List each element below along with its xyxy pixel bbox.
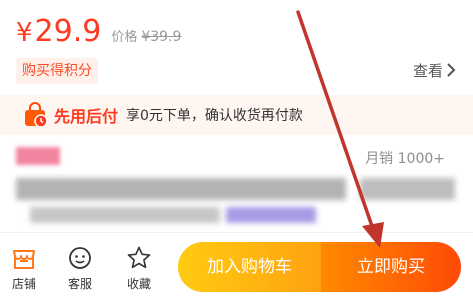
price-currency: ¥ <box>16 18 33 48</box>
bottom-action-bar: 店铺 客服 收藏 加入购物车 立即购买 <box>0 232 473 300</box>
nav-favorite[interactable]: 收藏 <box>115 245 163 292</box>
star-icon <box>127 246 151 269</box>
original-price-label: 价格 <box>111 30 138 45</box>
original-price: ¥39.9 <box>141 29 182 45</box>
customer-service-icon <box>69 247 91 269</box>
pay-later-description: 享0元下单，确认收货再付款 <box>126 108 303 124</box>
chevron-right-icon[interactable] <box>445 62 457 78</box>
pay-later-banner[interactable]: 先用后付 享0元下单，确认收货再付款 <box>0 95 473 135</box>
nav-favorite-label: 收藏 <box>126 277 151 291</box>
shopping-bag-icon <box>25 102 48 128</box>
nav-service[interactable]: 客服 <box>56 245 104 292</box>
price-value: 29.9 <box>34 14 102 49</box>
points-badge: 购买得积分 <box>16 58 98 84</box>
blurred-shop-tag <box>16 147 60 165</box>
nav-store-label: 店铺 <box>11 277 36 291</box>
pay-later-title: 先用后付 <box>54 107 119 126</box>
price-row: ¥ 29.9 价格 ¥39.9 <box>16 14 181 54</box>
nav-service-label: 客服 <box>67 277 92 291</box>
nav-store[interactable]: 店铺 <box>0 245 48 292</box>
view-link[interactable]: 查看 <box>413 60 443 81</box>
store-icon <box>13 250 35 269</box>
buy-now-button[interactable]: 立即购买 <box>321 242 461 292</box>
add-to-cart-button[interactable]: 加入购物车 <box>178 242 321 292</box>
monthly-sales: 月销 1000+ <box>365 151 445 167</box>
